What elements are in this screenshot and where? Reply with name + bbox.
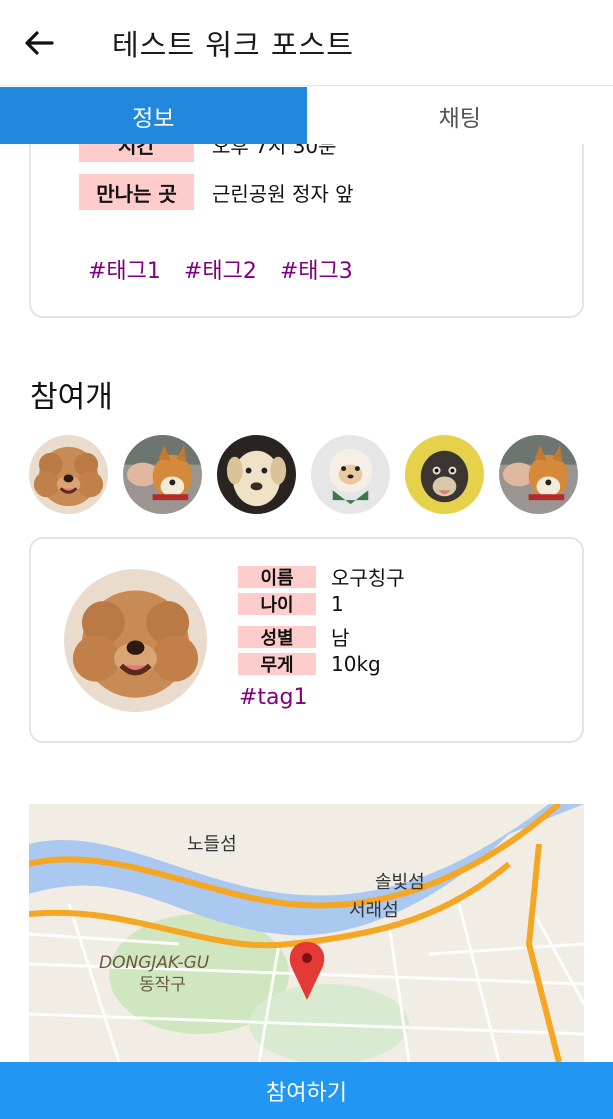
info-key: 만나는 곳: [79, 174, 194, 210]
participants-title: 참여개: [30, 380, 113, 415]
profile-row-gender: 성별 남: [238, 622, 349, 651]
page-title: 테스트 워크 포스트: [112, 28, 354, 62]
profile-tag[interactable]: #tag1: [239, 685, 308, 710]
dog-profile-photo: [64, 569, 207, 712]
profile-row-weight: 무게 10kg: [238, 652, 381, 676]
dog-avatar-poodle[interactable]: [29, 435, 108, 514]
dog-avatar-labrador[interactable]: [217, 435, 296, 514]
profile-row-name: 이름 오구칭구: [238, 562, 405, 591]
back-arrow-icon[interactable]: [22, 26, 56, 60]
location-map[interactable]: 노들섬 솔빛섬 서래섬 DONGJAK-GU 동작구: [29, 804, 584, 1062]
info-row-place: 만나는 곳 근린공원 정자 앞: [79, 174, 354, 210]
join-button[interactable]: 참여하기: [0, 1062, 613, 1119]
profile-key: 성별: [238, 625, 316, 649]
scroll-content[interactable]: 시간 오후 7시 30분 만나는 곳 근린공원 정자 앞 #태그1 #태그2 #…: [0, 144, 613, 1062]
profile-key: 나이: [238, 593, 316, 616]
profile-key: 무게: [238, 653, 316, 676]
profile-row-age: 나이 1: [238, 592, 344, 616]
info-value: 근린공원 정자 앞: [212, 181, 354, 206]
participant-avatar-list: [29, 435, 589, 515]
dog-avatar-shiba[interactable]: [499, 435, 578, 514]
map-label-seoraeseom: 서래섬: [349, 900, 399, 921]
tag-list: #태그1 #태그2 #태그3: [88, 253, 369, 285]
dog-avatar-pomeranian[interactable]: [311, 435, 390, 514]
map-label-solbitseom: 솔빛섬: [375, 872, 425, 893]
dog-profile-card: 이름 오구칭구 나이 1 성별 남 무게 10kg #tag1: [29, 537, 584, 743]
app-bar: 테스트 워크 포스트: [0, 0, 613, 86]
map-label-dongjak-en: DONGJAK-GU: [99, 953, 210, 973]
tag-item[interactable]: #태그1: [88, 259, 161, 284]
tab-info[interactable]: 정보: [0, 87, 307, 144]
profile-value: 오구칭구: [331, 566, 405, 590]
tab-bar: 정보 채팅: [0, 87, 613, 144]
profile-value: 남: [331, 626, 350, 650]
map-label-nodeulseom: 노들섬: [187, 834, 237, 855]
dog-avatar-mixed[interactable]: [405, 435, 484, 514]
walk-info-card: 시간 오후 7시 30분 만나는 곳 근린공원 정자 앞 #태그1 #태그2 #…: [29, 144, 584, 318]
tag-item[interactable]: #태그3: [280, 259, 353, 284]
dog-avatar-shiba[interactable]: [123, 435, 202, 514]
info-key: 시간: [79, 144, 194, 162]
info-row-time: 시간 오후 7시 30분: [79, 144, 337, 162]
info-value: 오후 7시 30분: [212, 144, 337, 158]
profile-key: 이름: [238, 565, 316, 589]
profile-value: 1: [331, 592, 344, 616]
tag-item[interactable]: #태그2: [184, 259, 257, 284]
profile-value: 10kg: [331, 652, 381, 676]
tab-chat[interactable]: 채팅: [306, 87, 613, 144]
map-label-dongjak-ko: 동작구: [139, 975, 186, 995]
